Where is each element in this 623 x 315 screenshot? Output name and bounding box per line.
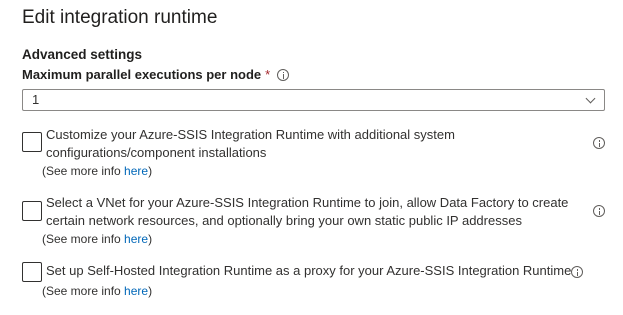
- custom-setup-more-info-link[interactable]: here: [124, 164, 148, 178]
- chevron-down-icon: [585, 93, 596, 104]
- self-hosted-proxy-more-info-link[interactable]: here: [124, 284, 148, 298]
- page-title: Edit integration runtime: [22, 7, 218, 28]
- info-icon[interactable]: [571, 266, 583, 278]
- self-hosted-proxy-more-info: (See more info here): [42, 284, 153, 298]
- vnet-label: Select a VNet for your Azure-SSIS Integr…: [46, 195, 569, 228]
- info-icon[interactable]: [277, 68, 290, 81]
- vnet-checkbox[interactable]: [22, 201, 42, 221]
- vnet-more-info: (See more info here): [42, 232, 153, 246]
- info-icon[interactable]: [593, 137, 605, 149]
- required-indicator: *: [265, 67, 271, 82]
- custom-setup-more-info: (See more info here): [42, 164, 153, 178]
- self-hosted-proxy-checkbox[interactable]: [22, 262, 42, 282]
- vnet-more-info-link[interactable]: here: [124, 232, 148, 246]
- self-hosted-proxy-label: Set up Self-Hosted Integration Runtime a…: [46, 263, 572, 278]
- parallel-executions-dropdown[interactable]: 1: [22, 89, 605, 111]
- parallel-executions-label-text: Maximum parallel executions per node: [22, 67, 262, 82]
- section-title: Advanced settings: [22, 47, 143, 62]
- info-icon[interactable]: [593, 205, 605, 217]
- custom-setup-checkbox[interactable]: [22, 132, 42, 152]
- parallel-executions-label: Maximum parallel executions per node *: [22, 67, 290, 82]
- parallel-executions-value: 1: [32, 92, 40, 107]
- custom-setup-label: Customize your Azure-SSIS Integration Ru…: [46, 127, 455, 160]
